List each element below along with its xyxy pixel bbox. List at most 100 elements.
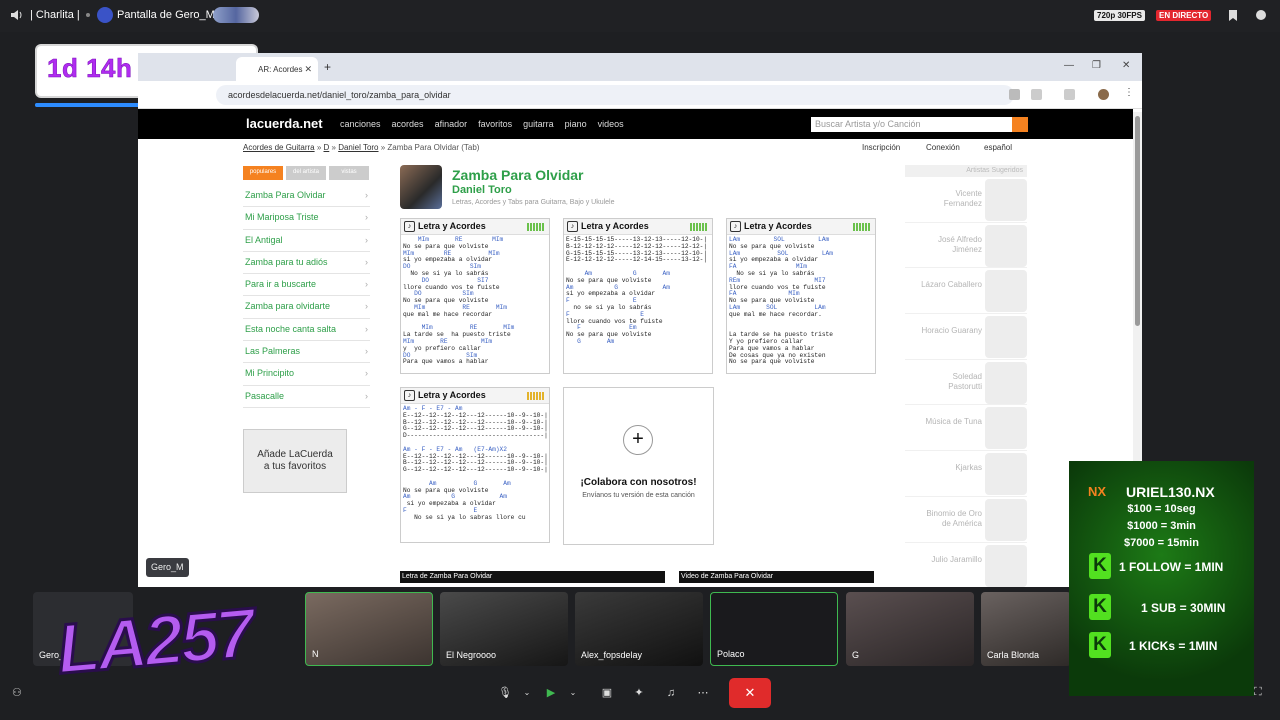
quality-badge[interactable]: 720p 30FPS (1094, 10, 1145, 21)
search-button[interactable] (1012, 117, 1028, 132)
camera-icon[interactable]: ▶ (540, 682, 562, 704)
new-tab-icon[interactable]: + (324, 60, 331, 74)
song-header: Zamba Para Olvidar Daniel Toro Letras, A… (400, 165, 860, 211)
artist-name: Lázaro Caballero (912, 280, 982, 290)
rating-bars (690, 223, 708, 231)
sidebar-song[interactable]: Mi Mariposa Triste › (243, 207, 370, 230)
artist-item[interactable]: Horacio Guarany (905, 314, 1027, 360)
close-window-icon[interactable]: ✕ (1122, 60, 1130, 71)
participant-tile[interactable]: N (305, 592, 433, 666)
participant-tile[interactable]: Alex_fopsdelay (575, 592, 703, 666)
artist-item[interactable]: Lázaro Caballero (905, 268, 1027, 315)
artist-name-part: Jiménez (952, 244, 982, 254)
participant-tile[interactable]: G (846, 592, 974, 666)
volume-icon[interactable] (10, 8, 24, 22)
nav-favoritos[interactable]: favoritos (478, 119, 512, 129)
collaborate-card[interactable]: + ¡Colabora con nosotros! Envíanos tu ve… (563, 387, 714, 545)
sidebar-song[interactable]: El Antigal › (243, 230, 370, 252)
restore-icon[interactable]: ❐ (1092, 60, 1101, 71)
nav-videos[interactable]: videos (598, 119, 624, 129)
bookmark-icon[interactable] (1227, 9, 1239, 22)
sidebar-song[interactable]: Para ir a buscarte › (243, 274, 370, 297)
chevron-down-icon[interactable]: ⌄ (562, 682, 584, 704)
extensions-icon[interactable] (1064, 89, 1075, 100)
more-options-icon[interactable]: ⋯ (692, 682, 714, 704)
site-search-input[interactable]: Buscar Artista y/o Canción (811, 117, 1012, 132)
crumb-acordes[interactable]: Acordes de Guitarra (243, 143, 315, 152)
plus-icon[interactable]: + (623, 425, 653, 455)
version-card[interactable]: ♪ Letra y Acordes Am - F - E7 - Am E--12--… (400, 387, 550, 543)
artist-link[interactable]: Daniel Toro (452, 184, 512, 196)
nav-canciones[interactable]: canciones (340, 119, 381, 129)
close-tab-icon[interactable]: ✕ (304, 64, 312, 75)
share-screen-icon[interactable]: ▣ (596, 682, 618, 704)
site-logo[interactable]: lacuerda.net (246, 116, 323, 131)
sidebar-song[interactable]: Zamba para olvidarte › (243, 296, 370, 319)
version-card[interactable]: ♪ Letra y Acordes LAm SOL LAm No se para q… (726, 218, 876, 374)
participant-tile[interactable]: El Negroooo (440, 592, 568, 666)
chat-icon[interactable] (1255, 9, 1267, 22)
activities-icon[interactable]: ✦ (628, 682, 650, 704)
version-card[interactable]: ♪ Letra y Acordes E-15-15-15-15-----13-12… (563, 218, 713, 374)
card-title: Letra y Acordes (418, 221, 486, 231)
soundboard-icon[interactable]: ♫ (660, 682, 682, 704)
artist-item[interactable]: Vicente Fernandez (905, 177, 1027, 223)
nav-guitarra[interactable]: guitarra (523, 119, 554, 129)
sidebar-song[interactable]: Esta noche canta salta › (243, 319, 370, 342)
sidebar-song[interactable]: Zamba para tu adiós › (243, 252, 370, 275)
sidebar-song[interactable]: Zamba Para Olvidar › (243, 185, 370, 208)
leave-call-button[interactable]: ✕ (729, 678, 771, 708)
song-label: Zamba para tu adiós (245, 256, 328, 267)
song-label: El Antigal (245, 234, 283, 245)
menu-icon[interactable]: ⋮ (1124, 87, 1135, 98)
browser-tab[interactable]: AR: Acordes ✕ (236, 57, 318, 81)
participant-tile[interactable]: Polaco (710, 592, 838, 666)
suggested-header: Artistas Sugeridos (905, 165, 1027, 177)
nav-afinador[interactable]: afinador (435, 119, 468, 129)
version-card[interactable]: ♪ Letra y Acordes MIm RE MIm No se para qu… (400, 218, 550, 374)
screen-share-title: Pantalla de Gero_M (117, 9, 215, 21)
tab-vistas[interactable]: vistas (329, 166, 369, 180)
artist-item[interactable]: Binomio de Oro de América (905, 497, 1027, 543)
nav-acordes[interactable]: acordes (392, 119, 424, 129)
login-link[interactable]: Conexión (926, 143, 960, 152)
url-field[interactable]: acordesdelacuerda.net/daniel_toro/zamba_… (216, 85, 1014, 105)
crumb-letter[interactable]: D (324, 143, 330, 152)
card-body: MIm RE MIm No se para que volviste MIm RE … (401, 235, 549, 368)
minimize-icon[interactable]: — (1064, 60, 1074, 71)
tab-populares[interactable]: populares (243, 166, 283, 180)
microphone-icon[interactable]: 🎙 (494, 682, 516, 704)
scroll-thumb[interactable] (1135, 116, 1140, 326)
artist-item[interactable]: Música de Tuna (905, 405, 1027, 452)
separator-dot (86, 13, 90, 17)
chevron-down-icon[interactable]: ⌄ (516, 682, 538, 704)
nav-piano[interactable]: piano (565, 119, 587, 129)
artist-item[interactable]: José Alfredo Jiménez (905, 223, 1027, 269)
artist-name-part: Kjarkas (955, 463, 982, 473)
artist-item[interactable]: Julio Jaramillo (905, 543, 1027, 588)
tracking-off-icon[interactable] (1009, 89, 1020, 100)
artist-name-part: Soledad (952, 371, 982, 381)
star-icon[interactable] (1031, 89, 1042, 100)
language-select[interactable]: español (984, 143, 1012, 152)
artist-name-part: Julio Jaramillo (931, 554, 982, 564)
browser-tab-bar: AR: Acordes ✕ + — ❐ ✕ (138, 53, 1142, 81)
people-icon[interactable]: ⚇ (12, 686, 22, 699)
sidebar-song[interactable]: Mi Principito › (243, 363, 370, 386)
profile-icon[interactable] (1098, 89, 1109, 100)
add-favorites-button[interactable]: Añade LaCuerda a tus favoritos (243, 429, 347, 493)
artist-item[interactable]: Kjarkas (905, 451, 1027, 497)
sidebar-song[interactable]: Pasacalle › (243, 386, 370, 408)
tab-line (729, 319, 873, 326)
participant-tile[interactable]: Carla Blonda (981, 592, 1071, 666)
url-text: acordesdelacuerda.net/daniel_toro/zamba_… (228, 90, 451, 100)
song-label: Mi Mariposa Triste (245, 212, 319, 223)
tab-del-artista[interactable]: del artista (286, 166, 326, 180)
artist-name-part: José Alfredo (937, 234, 982, 244)
signup-link[interactable]: Inscripción (862, 143, 900, 152)
fullscreen-icon[interactable]: ⛶ (1254, 686, 1262, 699)
artist-item[interactable]: Soledad Pastorutti (905, 360, 1027, 406)
crumb-artist[interactable]: Daniel Toro (338, 143, 378, 152)
sidebar-song[interactable]: Las Palmeras › (243, 341, 370, 364)
song-label: Zamba Para Olvidar (245, 190, 326, 200)
